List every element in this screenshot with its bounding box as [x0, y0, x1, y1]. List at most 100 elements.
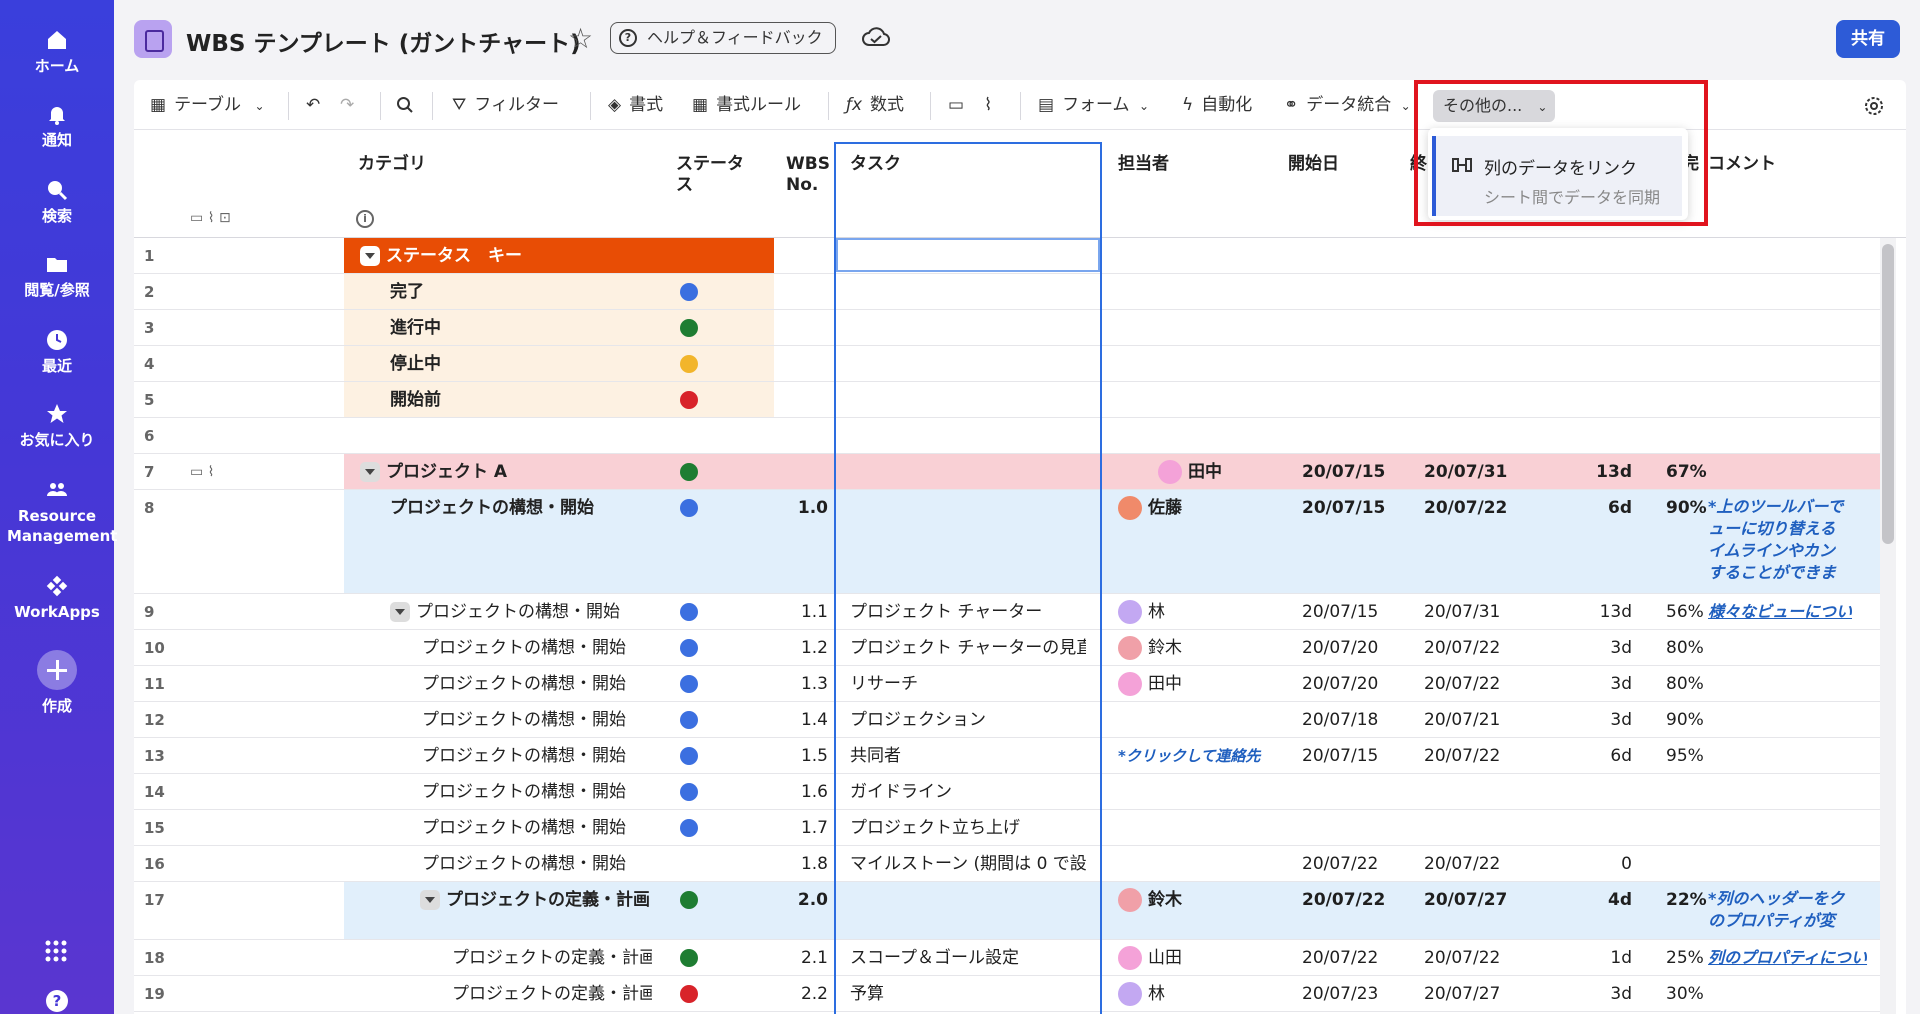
- category-cell[interactable]: プロジェクトの構想・開始: [422, 738, 626, 774]
- assignee-cell[interactable]: 林: [1118, 976, 1165, 1012]
- wbs-cell[interactable]: 1.6: [734, 774, 828, 810]
- end-cell[interactable]: 20/07/22: [1424, 846, 1534, 882]
- status-indicator-blue[interactable]: [680, 603, 698, 621]
- row-number[interactable]: 7: [144, 454, 174, 490]
- end-cell[interactable]: 20/07/27: [1424, 882, 1534, 918]
- task-cell[interactable]: プロジェクト チャーターの見直し: [850, 630, 1086, 666]
- category-cell[interactable]: 進行中: [390, 310, 441, 346]
- category-cell[interactable]: プロジェクト A: [360, 454, 507, 490]
- cloud-saved-icon[interactable]: [862, 26, 890, 48]
- row-number[interactable]: 10: [144, 630, 174, 666]
- data-integration-button[interactable]: ⚭ データ統合 ⌄: [1284, 80, 1411, 130]
- assignee-note-cell[interactable]: *クリックして連絡先: [1118, 738, 1288, 774]
- wbs-cell[interactable]: 1.1: [734, 594, 828, 630]
- task-cell[interactable]: プロジェクション: [850, 702, 1086, 738]
- wbs-cell[interactable]: 1.7: [734, 810, 828, 846]
- column-header-status[interactable]: ステータス: [676, 154, 756, 196]
- task-cell[interactable]: プロジェクト チャーター: [850, 594, 1086, 630]
- assignee-cell[interactable]: 鈴木: [1118, 630, 1182, 666]
- collapse-toggle-icon[interactable]: [360, 246, 380, 266]
- column-header-category[interactable]: カテゴリ: [358, 154, 426, 175]
- pct-cell[interactable]: 67%: [1666, 454, 1746, 490]
- category-cell[interactable]: プロジェクトの構想・開始: [422, 846, 626, 882]
- comment-cell[interactable]: *列のヘッダーをク のプロパティが変: [1708, 888, 1884, 932]
- dur-cell[interactable]: 3d: [1524, 630, 1632, 666]
- row-number[interactable]: 18: [144, 940, 174, 976]
- category-cell[interactable]: 停止中: [390, 346, 441, 382]
- dur-cell[interactable]: 3d: [1524, 976, 1632, 1012]
- status-indicator-blue[interactable]: [680, 819, 698, 837]
- nav-workapps[interactable]: WorkApps: [0, 574, 114, 622]
- wbs-cell[interactable]: 2.2: [734, 976, 828, 1012]
- row-number[interactable]: 9: [144, 594, 174, 630]
- task-cell[interactable]: スコープ＆ゴール設定: [850, 940, 1086, 976]
- dur-cell[interactable]: 3d: [1524, 666, 1632, 702]
- start-cell[interactable]: 20/07/23: [1302, 976, 1412, 1012]
- dur-cell[interactable]: 13d: [1524, 594, 1632, 630]
- row-number[interactable]: 15: [144, 810, 174, 846]
- status-indicator-blue[interactable]: [680, 747, 698, 765]
- status-indicator-red[interactable]: [680, 391, 698, 409]
- gear-icon[interactable]: [1862, 94, 1886, 118]
- column-header-task[interactable]: タスク: [850, 154, 901, 175]
- row-number[interactable]: 5: [144, 382, 174, 418]
- task-cell[interactable]: 予算: [850, 976, 1086, 1012]
- start-cell[interactable]: 20/07/22: [1302, 882, 1412, 918]
- status-indicator-red[interactable]: [680, 985, 698, 1003]
- row-number[interactable]: 12: [144, 702, 174, 738]
- nav-favorites[interactable]: お気に入り: [0, 402, 114, 450]
- dur-cell[interactable]: 3d: [1524, 702, 1632, 738]
- comment-link[interactable]: 様々なビューについ: [1708, 594, 1884, 630]
- dur-cell[interactable]: 0: [1524, 846, 1632, 882]
- table-row[interactable]: 15 プロジェクトの構想・開始 1.7 プロジェクト立ち上げ: [134, 810, 1884, 846]
- table-row[interactable]: 11 プロジェクトの構想・開始 1.3 リサーチ 20/07/20 20/07/22 3d 8…: [134, 666, 1884, 702]
- row-number[interactable]: 8: [144, 490, 174, 526]
- category-cell[interactable]: プロジェクトの構想・開始: [422, 666, 626, 702]
- format-button[interactable]: ◈ 書式: [608, 80, 663, 130]
- dur-cell[interactable]: 1d: [1524, 940, 1632, 976]
- share-button[interactable]: 共有: [1836, 20, 1900, 58]
- row-number[interactable]: 17: [144, 882, 174, 918]
- status-indicator-blue[interactable]: [680, 639, 698, 657]
- assignee-cell[interactable]: 林: [1118, 594, 1165, 630]
- app-grid-icon[interactable]: [45, 940, 67, 962]
- category-cell[interactable]: プロジェクトの定義・計画: [452, 940, 652, 976]
- start-cell[interactable]: 20/07/15: [1302, 490, 1412, 526]
- status-indicator-green[interactable]: [680, 319, 698, 337]
- wbs-cell[interactable]: 2.1: [734, 940, 828, 976]
- table-row[interactable]: 6: [134, 418, 1884, 454]
- row-number[interactable]: 3: [144, 310, 174, 346]
- end-cell[interactable]: 20/07/22: [1424, 940, 1534, 976]
- assignee-cell[interactable]: 山田: [1118, 940, 1182, 976]
- assignee-cell[interactable]: 田中: [1158, 454, 1222, 490]
- category-cell[interactable]: 完了: [390, 274, 424, 310]
- wbs-cell[interactable]: 1.4: [734, 702, 828, 738]
- category-cell[interactable]: プロジェクトの構想・開始: [422, 630, 626, 666]
- task-cell[interactable]: マイルストーン (期間は 0 で設定): [850, 846, 1086, 882]
- table-row[interactable]: 8 プロジェクトの構想・開始 1.0 20/07/15 20/07/22 6d 90% 佐藤 *…: [134, 490, 1884, 594]
- wbs-cell[interactable]: 1.3: [734, 666, 828, 702]
- column-header-comment[interactable]: コメント: [1708, 154, 1776, 175]
- table-row[interactable]: 2 完了: [134, 274, 1884, 310]
- nav-home[interactable]: ホーム: [0, 28, 114, 76]
- column-header-assignee[interactable]: 担当者: [1118, 154, 1169, 175]
- favorite-star-icon[interactable]: ☆: [568, 22, 593, 55]
- table-row[interactable]: 5 開始前: [134, 382, 1884, 418]
- category-cell[interactable]: ステータス キー: [360, 238, 522, 274]
- table-row[interactable]: 12 プロジェクトの構想・開始 1.4 プロジェクション 20/07/18 20/07/2…: [134, 702, 1884, 738]
- start-cell[interactable]: 20/07/18: [1302, 702, 1412, 738]
- start-cell[interactable]: 20/07/20: [1302, 666, 1412, 702]
- collapse-toggle-icon[interactable]: [420, 890, 440, 910]
- start-cell[interactable]: 20/07/15: [1302, 594, 1412, 630]
- table-row[interactable]: 13 プロジェクトの構想・開始 1.5 共同者 20/07/15 20/07/22 6d 95…: [134, 738, 1884, 774]
- comment-cell[interactable]: *上のツールバーで ューに切り替える イムラインやカン することができま: [1708, 496, 1884, 584]
- end-cell[interactable]: 20/07/22: [1424, 630, 1534, 666]
- view-switcher-button[interactable]: ▦ テーブル ⌄: [150, 80, 265, 130]
- dur-cell[interactable]: 4d: [1524, 882, 1632, 918]
- nav-recent[interactable]: 最近: [0, 328, 114, 376]
- nav-browse[interactable]: 閲覧/参照: [0, 252, 114, 300]
- help-question-icon[interactable]: ?: [46, 990, 68, 1012]
- dur-cell[interactable]: 6d: [1524, 738, 1632, 774]
- table-row[interactable]: 7 ▭ ⌇ プロジェクト A 20/07/15 20/07/31 13d 67% 田中: [134, 454, 1884, 490]
- info-icon[interactable]: i: [356, 210, 374, 228]
